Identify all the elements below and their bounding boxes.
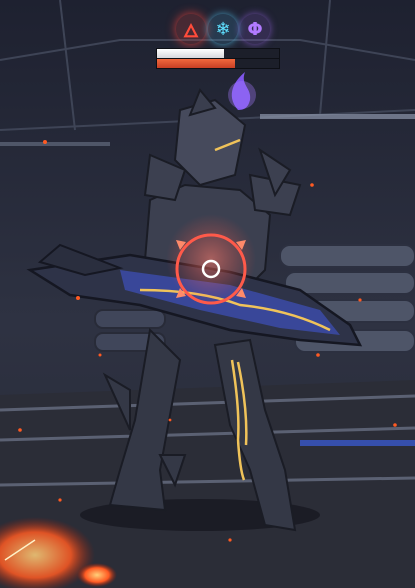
target-lock-reticle[interactable]: [172, 230, 250, 308]
floor-blue-edge: [300, 440, 415, 446]
purple-flame-glow: [228, 81, 256, 109]
cryo-element-icon: ❄: [208, 14, 238, 44]
shield-bar-fill: [157, 49, 225, 58]
pyro-element-icon: 🜂: [176, 14, 206, 44]
wall-light-strip-left: [0, 142, 110, 146]
reticle-inner-ring: [201, 259, 221, 279]
reticle-outer-ring: [175, 233, 247, 305]
enemy-status-hud: 🜂 ❄ Φ: [150, 14, 285, 72]
electro-element-icon: Φ: [240, 14, 270, 44]
health-bar-fill: [157, 59, 236, 68]
wall-light-strip: [260, 114, 415, 119]
ground-fire-small: [77, 563, 117, 587]
health-bar: [156, 58, 280, 69]
